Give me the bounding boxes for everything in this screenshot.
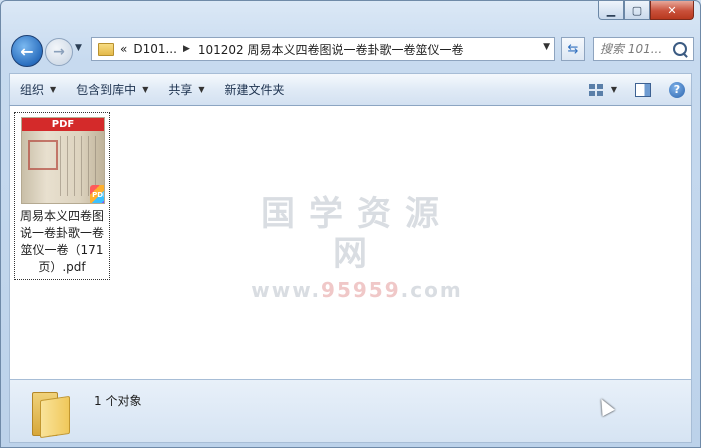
chevron-down-icon: ▼ [198,85,205,94]
preview-pane-icon[interactable] [635,82,651,97]
watermark-url-number: 95959 [321,278,401,302]
chevron-down-icon: ▼ [142,85,149,94]
help-icon[interactable]: ? [669,81,685,98]
search-icon[interactable] [673,42,687,56]
watermark-url-suffix: .com [400,278,463,302]
explorer-window: ▁ ▢ ✕ ← → ▼ « D101... ▶ 101202 周易本义四卷图说一… [0,0,701,448]
new-folder-label: 新建文件夹 [224,83,285,97]
view-options-dropdown-icon[interactable]: ▼ [611,85,617,94]
watermark-url: www.95959.com [242,278,472,302]
refresh-button[interactable]: ⇆ [561,37,585,61]
caption-buttons: ▁ ▢ ✕ [598,1,694,20]
folder-icon [98,42,114,56]
forward-arrow-icon: → [53,44,65,60]
breadcrumb-segment-current[interactable]: 101202 周易本义四卷图说一卷卦歌一卷筮仪一卷 [198,41,464,58]
include-in-library-label: 包含到库中 [76,83,137,97]
file-name: 周易本义四卷图说一卷卦歌一卷筮仪一卷（171页）.pdf [19,209,104,274]
watermark: 国学资源网 www.95959.com [242,194,472,302]
back-arrow-icon: ← [20,41,34,61]
address-dropdown-icon[interactable]: ▼ [543,42,550,52]
maximize-icon: ▢ [631,3,643,17]
pdf-thumbnail: PDF PDF [21,117,105,204]
forward-button[interactable]: → [45,38,73,66]
new-folder-button[interactable]: 新建文件夹 [215,77,295,103]
organize-button[interactable]: 组织 ▼ [10,77,66,103]
include-in-library-button[interactable]: 包含到库中 ▼ [66,77,158,103]
folder-icon [32,388,70,439]
refresh-icon: ⇆ [567,41,579,57]
address-overflow[interactable]: « [120,42,127,56]
address-bar[interactable]: « D101... ▶ 101202 周易本义四卷图说一卷卦歌一卷筮仪一卷 ▼ [91,37,555,61]
change-view-icon[interactable] [588,83,603,96]
close-icon: ✕ [667,3,677,17]
item-count: 1 个对象 [94,394,142,408]
command-bar: 组织 ▼ 包含到库中 ▼ 共享 ▼ 新建文件夹 ▼ ? [9,73,692,106]
navigation-bar: ← → ▼ « D101... ▶ 101202 周易本义四卷图说一卷卦歌一卷筮… [9,33,694,69]
breadcrumb-separator-icon[interactable]: ▶ [183,44,190,54]
file-list-area[interactable]: PDF PDF 周易本义四卷图说一卷卦歌一卷筮仪一卷（171页）.pdf 国学资… [9,106,692,379]
organize-label: 组织 [20,83,45,97]
minimize-icon: ▁ [606,3,616,17]
toolbar-right: ▼ ? [588,81,691,98]
file-item[interactable]: PDF PDF 周易本义四卷图说一卷卦歌一卷筮仪一卷（171页）.pdf [14,112,110,280]
breadcrumb-segment[interactable]: D101... [133,42,177,56]
recent-pages-dropdown[interactable]: ▼ [75,43,82,53]
chevron-down-icon: ▼ [50,85,57,94]
minimize-button[interactable]: ▁ [598,1,624,20]
details-pane: 1 个对象 [9,379,692,443]
search-input[interactable] [600,42,670,56]
chevron-down-icon: ▼ [75,43,82,53]
share-button[interactable]: 共享 ▼ [158,77,214,103]
thumbnail-banner: PDF [22,118,104,131]
search-box[interactable] [593,37,694,61]
watermark-url-prefix: www. [251,278,322,302]
close-button[interactable]: ✕ [650,1,694,20]
seal-stamp-mark [28,140,58,170]
pdf-file-icon: PDF [90,185,104,203]
share-label: 共享 [168,83,193,97]
maximize-button[interactable]: ▢ [624,1,650,20]
watermark-title: 国学资源网 [261,194,453,274]
back-button[interactable]: ← [11,35,43,67]
